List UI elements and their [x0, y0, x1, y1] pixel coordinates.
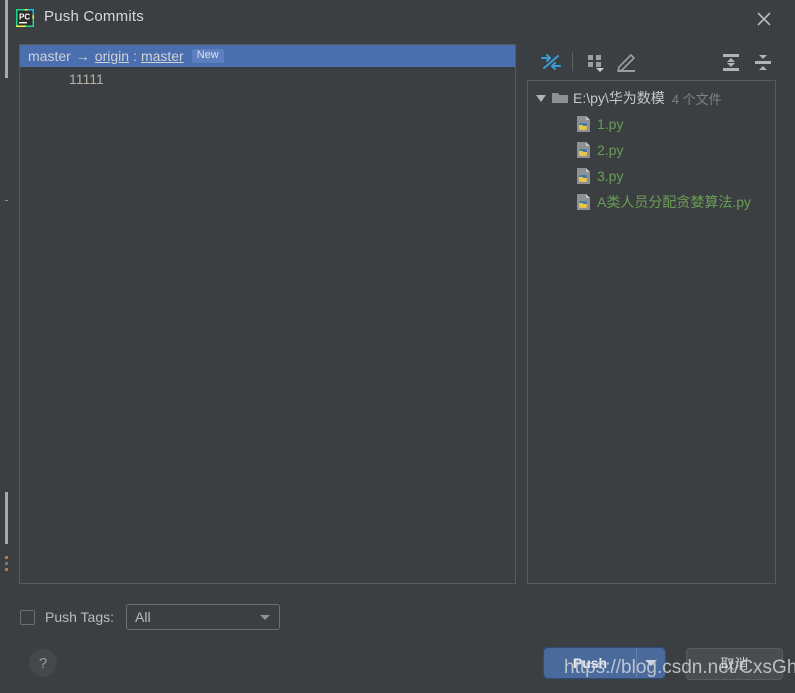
root-path-label: E:\py\华为数模 [573, 90, 665, 106]
list-item[interactable]: 3.py [528, 163, 775, 189]
edit-icon[interactable] [614, 49, 640, 75]
remote-name-link[interactable]: origin [95, 48, 129, 64]
expand-all-icon[interactable] [718, 49, 744, 75]
page-title: Push Commits [44, 8, 144, 25]
pycharm-icon: PC [14, 7, 36, 29]
folder-icon [551, 89, 569, 107]
collapse-all-icon[interactable] [750, 49, 776, 75]
changed-files-tree[interactable]: E:\py\华为数模 4 个文件 1.py 2.py 3.py A类人员分配贪婪… [527, 80, 776, 584]
tree-root-row[interactable]: E:\py\华为数模 4 个文件 [528, 85, 775, 111]
push-tags-selected-value: All [135, 609, 151, 625]
push-dropdown-button[interactable] [636, 648, 665, 678]
file-name-label: 1.py [597, 116, 624, 132]
toolbar-divider [572, 52, 573, 71]
push-commits-dialog: PC Push Commits master → origin : master… [8, 0, 795, 693]
list-item[interactable]: A类人员分配贪婪算法.py [528, 189, 775, 215]
push-split-button[interactable]: Push [544, 648, 665, 678]
python-file-icon [575, 115, 593, 133]
push-tags-label: Push Tags: [45, 609, 115, 625]
titlebar: PC Push Commits [8, 0, 795, 38]
push-button[interactable]: Push [544, 648, 636, 678]
chevron-down-icon [645, 660, 657, 666]
chevron-down-icon [260, 615, 271, 620]
push-target-row[interactable]: master → origin : master New [20, 45, 515, 67]
svg-text:PC: PC [19, 13, 30, 22]
chevron-down-icon[interactable] [534, 91, 548, 105]
close-icon[interactable] [753, 8, 775, 30]
python-file-icon [575, 167, 593, 185]
commit-message-row[interactable]: 11111 [69, 71, 104, 87]
collapse-diff-icon[interactable] [538, 49, 564, 75]
commits-list-panel[interactable]: master → origin : master New 11111 [19, 44, 516, 584]
cancel-button[interactable]: 取消 [686, 648, 783, 680]
list-item[interactable]: 2.py [528, 137, 775, 163]
remote-branch-link[interactable]: master [141, 48, 184, 64]
push-tags-row: Push Tags: All [20, 604, 281, 630]
group-by-icon[interactable] [582, 49, 608, 75]
push-tags-checkbox[interactable] [20, 609, 35, 625]
file-count-label: 4 个文件 [671, 91, 722, 107]
file-name-label: 3.py [597, 168, 624, 184]
python-file-icon [575, 193, 593, 211]
arrow-glyph: → [75, 48, 90, 64]
python-file-icon [575, 141, 593, 159]
separator-glyph: : [133, 48, 137, 64]
status-badge: New [191, 49, 224, 63]
file-name-label: 2.py [597, 142, 624, 158]
push-tags-select[interactable]: All [126, 604, 281, 630]
help-button[interactable]: ? [29, 649, 57, 677]
file-name-label: A类人员分配贪婪算法.py [597, 194, 752, 210]
source-branch-label: master [28, 48, 71, 64]
files-toolbar [528, 46, 788, 78]
list-item[interactable]: 1.py [528, 111, 775, 137]
